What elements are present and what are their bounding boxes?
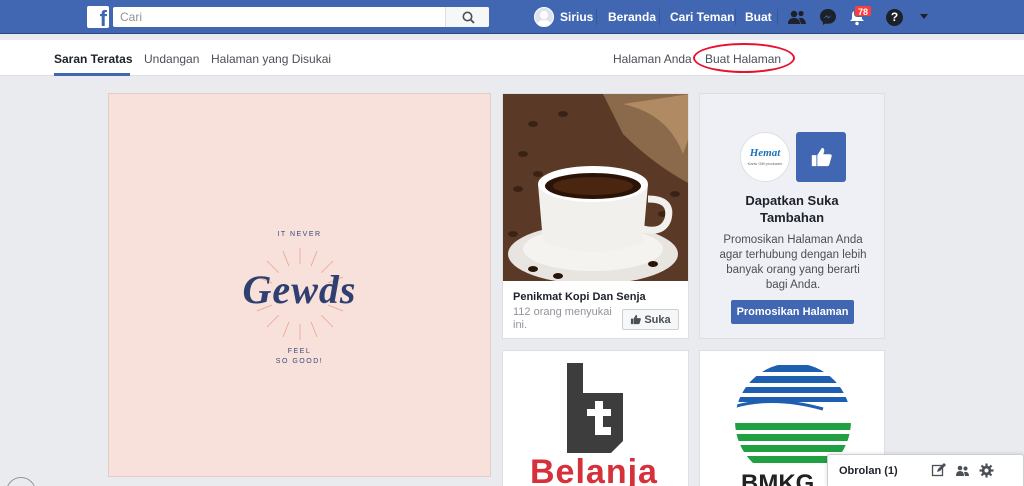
divider [659,9,660,25]
gear-icon[interactable] [979,463,994,478]
highlight-annotation [693,43,795,73]
promote-page-button[interactable]: Promosikan Halaman [731,300,854,324]
promo-description: Promosikan Halaman Anda agar terhubung d… [719,234,867,291]
tab-top-suggestions[interactable]: Saran Teratas [54,52,133,66]
search-icon [462,11,475,24]
hemat-logo-text: Hemat [749,147,781,159]
chat-head-avatar[interactable] [6,477,36,486]
pages-tab-bar: Saran Teratas Undangan Halaman yang Disu… [0,40,1024,76]
nav-home[interactable]: Beranda [608,10,656,24]
search-box [113,7,489,27]
facebook-logo-icon[interactable]: f [87,6,109,28]
coffee-cover-image[interactable] [503,94,688,281]
tagline-top: IT NEVER [277,231,322,238]
like-button-label: Suka [644,313,671,326]
profile-name[interactable]: Sirius [560,10,593,24]
nav-create[interactable]: Buat [745,10,772,24]
search-button[interactable] [445,7,489,27]
like-count: 112 orang menyukai ini. [513,306,612,331]
belanja-logo-icon [567,363,623,453]
tab-invites[interactable]: Undangan [144,52,199,66]
messenger-icon[interactable] [818,7,838,27]
gewds-logo-text: Gewds [242,267,357,312]
account-menu-chevron-down-icon[interactable] [920,14,928,19]
coffee-cup-image [503,94,688,281]
promo-title: Dapatkan Suka Tambahan [745,193,839,225]
profile-link[interactable] [534,7,554,27]
top-navigation-bar: f Sirius Beranda Cari Teman Buat 78 ? [0,0,1024,34]
promote-page-card: Hemat Kartu Gift produsen Dapatkan Suka … [699,93,885,339]
thumbs-up-icon [811,147,832,167]
your-pages-link[interactable]: Halaman Anda [613,52,692,66]
hemat-logo-subtext: Kartu Gift produsen [747,161,783,166]
like-button[interactable]: Suka [622,309,679,330]
friend-requests-icon[interactable] [787,7,807,27]
tagline-bottom-1: FEEL [287,348,312,355]
page-profile-picture: Hemat Kartu Gift produsen [740,132,790,182]
notification-badge: 78 [854,5,873,17]
help-icon[interactable]: ? [886,9,903,26]
page-card-coffee[interactable]: Penikmat Kopi Dan Senja 112 orang menyuk… [502,93,689,339]
new-group-icon[interactable] [955,463,970,478]
chat-sidebar-bar[interactable]: Obrolan (1) [827,454,1024,486]
compose-icon[interactable] [931,463,946,478]
divider [735,9,736,25]
bmkg-logo-text: BMKG [741,470,814,486]
like-badge-box [796,132,846,182]
page-card-gewds[interactable]: IT NEVER Gewds FEEL SO GOOD! [108,93,491,477]
thumbs-up-icon [631,314,642,325]
divider [596,9,597,25]
divider [777,9,778,25]
page-title[interactable]: Penikmat Kopi Dan Senja [513,291,646,303]
chat-label: Obrolan (1) [839,465,898,477]
active-tab-indicator [54,73,130,76]
search-input[interactable] [113,7,443,27]
nav-find-friends[interactable]: Cari Teman [670,10,734,24]
page-card-belanja[interactable]: Belanja [502,350,689,486]
tab-liked-pages[interactable]: Halaman yang Disukai [211,52,331,66]
avatar [534,7,554,27]
belanja-logo-text: Belanja [530,453,658,486]
tagline-bottom-2: SO GOOD! [275,358,324,365]
